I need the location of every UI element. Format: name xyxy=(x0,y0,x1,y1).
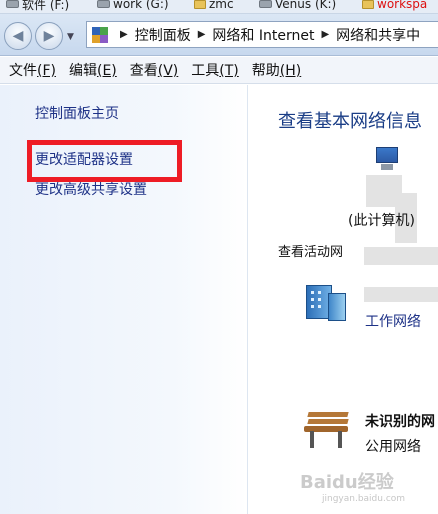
menu-file[interactable]: 文件(F) xyxy=(9,60,56,80)
folder-icon xyxy=(194,0,206,9)
favorite-label: Venus (K:) xyxy=(275,0,337,11)
navigation-bar: ◀ ▶ ▼ ▶ 控制面板 ▶ 网络和 Internet ▶ 网络和共享中 xyxy=(0,14,438,56)
arrow-left-icon: ◀ xyxy=(12,28,24,44)
chevron-down-icon: ▼ xyxy=(67,32,74,42)
drive-icon xyxy=(6,0,19,8)
menu-bar: 文件(F) 编辑(E) 查看(V) 工具(T) 帮助(H) xyxy=(0,57,438,84)
task-pane: 控制面板主页 更改适配器设置 更改高级共享设置 xyxy=(0,85,248,514)
this-computer-label: (此计算机) xyxy=(348,213,415,229)
menu-view[interactable]: 查看(V) xyxy=(130,60,179,80)
blurred-region xyxy=(364,247,438,265)
control-panel-icon xyxy=(91,26,109,44)
address-bar[interactable]: ▶ 控制面板 ▶ 网络和 Internet ▶ 网络和共享中 xyxy=(86,21,438,48)
menu-edit[interactable]: 编辑(E) xyxy=(69,60,117,80)
blurred-network-name xyxy=(364,287,438,302)
favorite-item[interactable]: work (G:) xyxy=(97,0,169,13)
folder-icon xyxy=(362,0,374,9)
breadcrumb-separator-icon[interactable]: ▶ xyxy=(198,29,206,40)
public-network-link[interactable]: 公用网络 xyxy=(365,436,421,456)
favorite-item[interactable]: 软件 (F:) xyxy=(6,0,69,13)
recent-pages-dropdown[interactable]: ▼ xyxy=(67,32,74,42)
favorite-label: work (G:) xyxy=(113,0,169,11)
page-title: 查看基本网络信息 xyxy=(278,111,422,132)
active-networks-label: 查看活动网 xyxy=(278,245,344,260)
highlight-box xyxy=(27,140,182,182)
unknown-network-name: 未识别的网 xyxy=(365,414,435,430)
back-button[interactable]: ◀ xyxy=(4,22,32,50)
drive-icon xyxy=(259,0,272,8)
work-network-icon xyxy=(302,283,350,323)
favorite-label: 软件 (F:) xyxy=(22,0,70,12)
menu-tools[interactable]: 工具(T) xyxy=(191,60,238,80)
content-pane: 查看基本网络信息 (此计算机) 查看活动网 工作网络 未识别的网 公用网络 xyxy=(249,85,438,514)
work-network-link[interactable]: 工作网络 xyxy=(365,311,421,331)
favorite-item[interactable]: Venus (K:) xyxy=(259,0,336,13)
favorites-bar: 软件 (F:) work (G:) zmc Venus (K:) workspa xyxy=(0,0,438,14)
forward-button[interactable]: ▶ xyxy=(35,22,63,50)
watermark: Baidu经验 xyxy=(300,472,394,493)
bench-icon xyxy=(302,410,350,450)
control-panel-home-link[interactable]: 控制面板主页 xyxy=(35,103,119,123)
drive-icon xyxy=(97,0,110,8)
computer-icon xyxy=(372,147,402,173)
breadcrumb-network-internet[interactable]: 网络和 Internet xyxy=(212,25,314,45)
menu-help[interactable]: 帮助(H) xyxy=(252,60,301,80)
watermark-url: jingyan.baidu.com xyxy=(322,494,406,504)
breadcrumb-control-panel[interactable]: 控制面板 xyxy=(135,25,191,45)
favorite-label: zmc xyxy=(209,0,234,11)
breadcrumb-network-sharing[interactable]: 网络和共享中 xyxy=(336,25,420,45)
favorite-label: workspa xyxy=(377,0,428,11)
window: 软件 (F:) work (G:) zmc Venus (K:) workspa… xyxy=(0,0,438,514)
arrow-right-icon: ▶ xyxy=(43,28,55,44)
change-advanced-sharing-link[interactable]: 更改高级共享设置 xyxy=(35,179,147,199)
breadcrumb-separator-icon[interactable]: ▶ xyxy=(120,29,128,40)
favorite-item[interactable]: zmc xyxy=(194,0,234,13)
breadcrumb-separator-icon[interactable]: ▶ xyxy=(321,29,329,40)
favorite-item[interactable]: workspa xyxy=(362,0,427,13)
